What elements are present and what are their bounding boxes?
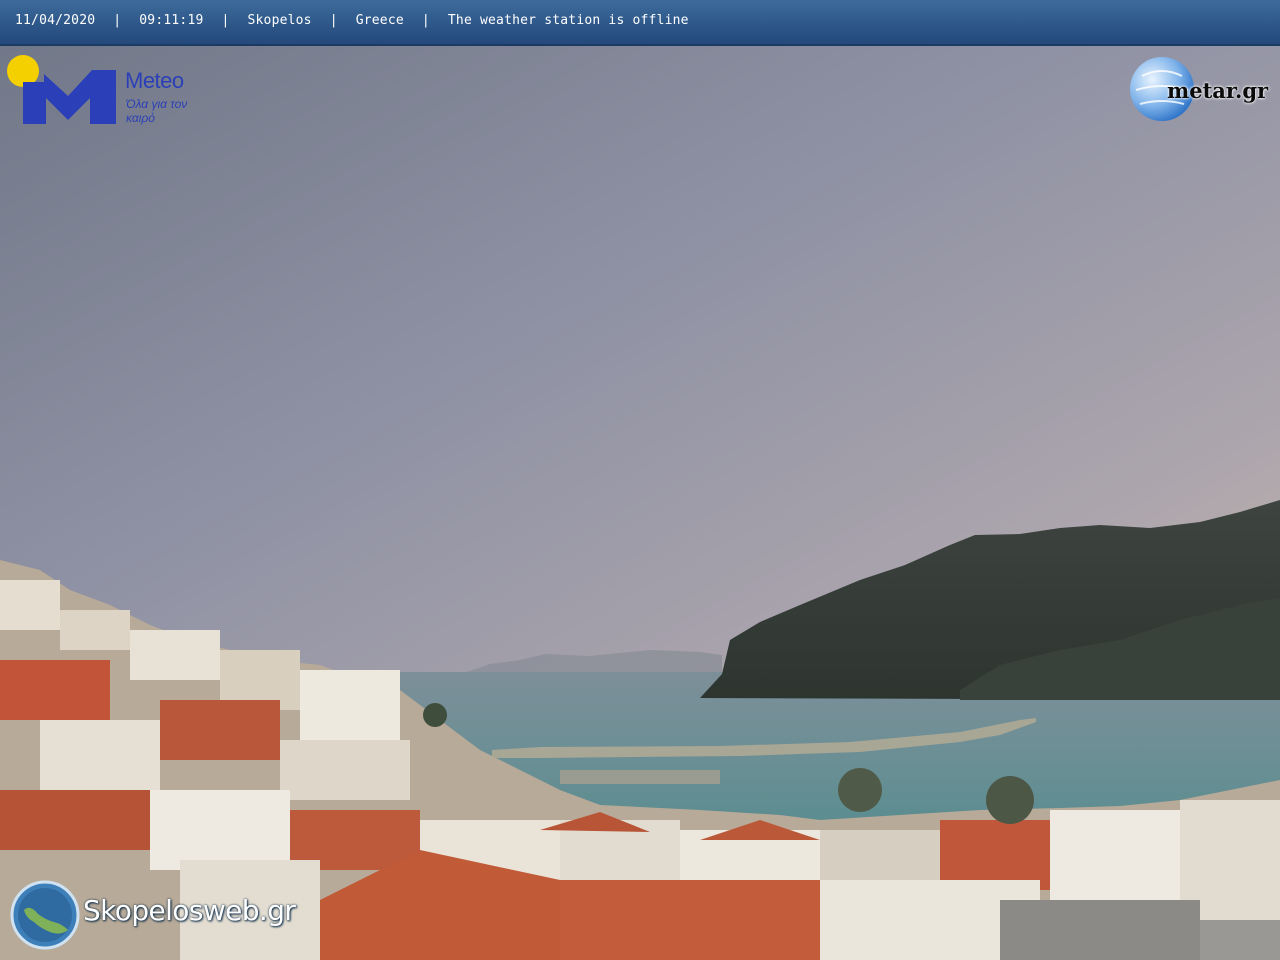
country-label: Greece (355, 13, 404, 28)
meteo-brand-name: Meteo (125, 68, 184, 93)
date-label: 11/04/2020 (15, 13, 96, 28)
separator: | (221, 13, 230, 28)
skopelos-brand-name[interactable]: Skopelosweb.gr (83, 894, 296, 927)
station-status-label: The weather station is offline (447, 13, 689, 28)
skopelos-island-icon[interactable] (10, 880, 80, 950)
status-bar: 11/04/2020 | 09:11:19 | Skopelos | Greece | The … (0, 0, 1280, 46)
separator: | (113, 13, 122, 28)
separator: | (329, 13, 338, 28)
time-label: 09:11:19 (139, 13, 204, 28)
status-info: 11/04/2020 | 09:11:19 | Skopelos | Greece | The … (15, 13, 689, 28)
webcam-frame: 11/04/2020 | 09:11:19 | Skopelos | Greece | The … (0, 0, 1280, 960)
metar-brand-name: metar.gr (1167, 78, 1269, 103)
webcam-image (0, 0, 1280, 960)
separator: | (421, 13, 430, 28)
location-label: Skopelos (247, 13, 312, 28)
meteo-tagline: Όλα για τον καιρό (126, 97, 188, 125)
harbor-boats (560, 770, 720, 784)
